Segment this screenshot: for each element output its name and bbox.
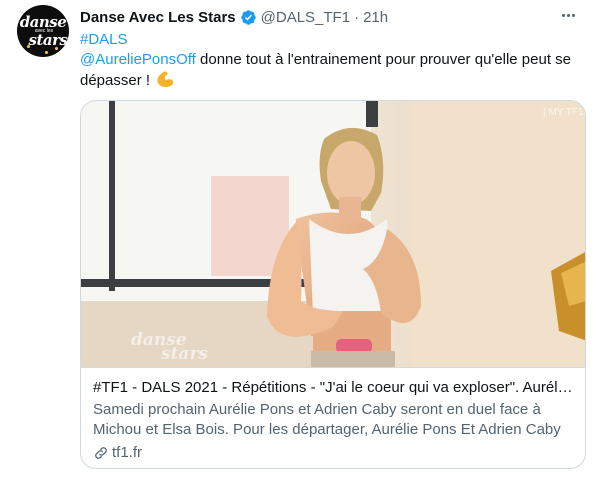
author-name[interactable]: Danse Avec Les Stars (80, 9, 236, 26)
author-avatar[interactable]: danse avec les stars (17, 5, 69, 57)
card-photo: danse stars | MY TF1 (81, 101, 585, 367)
avatar-sparkle (27, 45, 30, 48)
mention-link[interactable]: @AureliePonsOff (80, 51, 196, 68)
svg-text:stars: stars (160, 344, 208, 364)
card-title: #TF1 - DALS 2021 - Répétitions - "J'ai l… (93, 379, 573, 396)
verified-badge-icon (240, 9, 256, 25)
card-domain: tf1.fr (93, 443, 573, 463)
more-options-icon[interactable] (558, 5, 578, 25)
flexed-biceps-icon (157, 71, 174, 87)
tweet-timestamp[interactable]: 21h (363, 9, 388, 26)
card-image[interactable]: danse stars | MY TF1 (81, 101, 585, 367)
tweet-text: #DALS @AureliePonsOff donne tout à l'ent… (80, 30, 580, 91)
corner-watermark: | MY TF1 (543, 107, 584, 118)
hashtag-link[interactable]: #DALS (80, 31, 128, 48)
avatar-sparkle (45, 51, 48, 54)
avatar-logo-line2: stars (28, 30, 68, 49)
avatar-sparkle (55, 47, 58, 50)
card-body[interactable]: #TF1 - DALS 2021 - Répétitions - "J'ai l… (81, 367, 585, 468)
tweet-header: Danse Avec Les Stars @DALS_TF1 · 21h (80, 7, 388, 27)
header-separator: · (354, 8, 360, 26)
card-description: Samedi prochain Aurélie Pons et Adrien C… (93, 401, 561, 438)
link-preview-card[interactable]: danse stars | MY TF1 #TF1 - DALS 2021 - … (80, 100, 586, 469)
card-domain-text: tf1.fr (112, 444, 143, 461)
avatar-logo-line1: danse (19, 12, 67, 31)
link-icon (95, 447, 107, 459)
author-handle[interactable]: @DALS_TF1 (261, 9, 350, 26)
